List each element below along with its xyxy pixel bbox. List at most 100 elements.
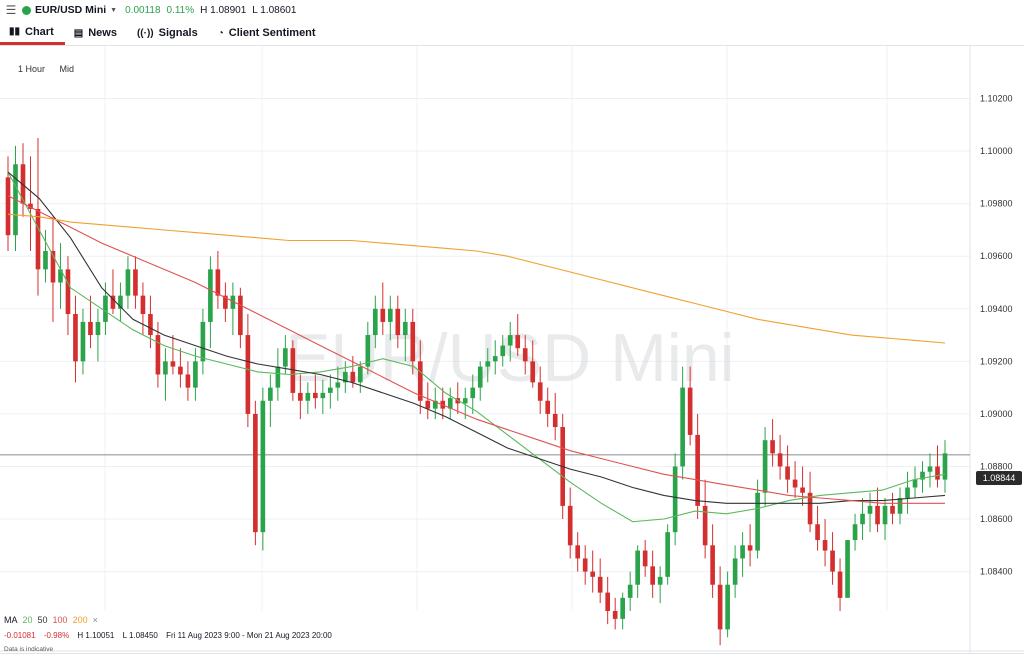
price-change: 0.00118 [125, 4, 161, 16]
candle-body [313, 392, 318, 399]
hamburger-icon[interactable]: ☰ [0, 3, 22, 17]
candle-body [35, 208, 41, 270]
range-high: H 1.10051 [77, 631, 115, 640]
candle-body [380, 308, 386, 322]
candle-body [875, 505, 880, 525]
candle-body [710, 545, 715, 585]
candle-body [500, 345, 506, 357]
tab-bar: ▮▮ Chart ▤ News ((·)) Signals ◔ Client S… [0, 21, 1024, 46]
candle-body [717, 584, 723, 630]
candle-body [785, 466, 790, 480]
current-price-tag: 1.08844 [976, 471, 1022, 485]
candle-body [185, 374, 191, 388]
candle-body [477, 366, 483, 388]
candle-body [845, 540, 850, 598]
chart-icon: ▮▮ [9, 26, 21, 37]
candle-body [492, 356, 498, 362]
candle-body [283, 348, 288, 367]
candle-body [372, 308, 378, 336]
price-type-button[interactable]: Mid [60, 64, 75, 74]
candle-body [867, 505, 873, 514]
tab-label: Chart [25, 25, 54, 38]
tab-news[interactable]: ▤ News [65, 21, 128, 45]
candle-body [935, 466, 940, 480]
candle-body [905, 487, 910, 498]
candle-body [830, 550, 835, 572]
candle-body [470, 387, 476, 399]
candle-body [462, 398, 468, 404]
candle-body [350, 371, 356, 383]
ma-50-toggle[interactable]: 50 [38, 615, 48, 625]
candle-body [837, 571, 843, 598]
y-tick-label: 1.10200 [980, 94, 1013, 104]
candle-body [208, 269, 213, 322]
y-tick-label: 1.09600 [980, 251, 1013, 261]
tab-client-sentiment[interactable]: ◔ Client Sentiment [209, 21, 327, 45]
candle-body [800, 487, 805, 493]
candle-body [425, 400, 431, 409]
candle-body [822, 540, 828, 551]
candle-body [537, 382, 543, 401]
candle-body [140, 295, 146, 315]
candle-body [155, 335, 161, 375]
candle-body [815, 524, 820, 541]
candle-body [852, 524, 858, 541]
candle-body [627, 584, 633, 598]
candle-body [567, 505, 573, 546]
y-tick-label: 1.08800 [980, 461, 1013, 471]
candle-body [402, 321, 408, 336]
candle-body [582, 558, 588, 572]
ma-20-toggle[interactable]: 20 [23, 615, 33, 625]
candle-body [650, 566, 655, 585]
candle-body [80, 321, 86, 362]
candle-body [485, 361, 491, 367]
candle-body [5, 177, 11, 236]
candle-body [575, 545, 581, 559]
candle-body [612, 611, 618, 619]
candle-body [890, 505, 895, 514]
range-low: L 1.08450 [122, 631, 158, 640]
market-status-dot [22, 5, 31, 15]
candle-body [253, 413, 258, 533]
tab-chart[interactable]: ▮▮ Chart [0, 21, 65, 45]
tab-label: Signals [158, 27, 198, 39]
ma-200-toggle[interactable]: 200 [73, 615, 88, 625]
candle-body [545, 400, 551, 414]
candle-body [395, 308, 401, 336]
candle-body [298, 392, 303, 401]
y-tick-label: 1.10000 [980, 146, 1013, 156]
sentiment-icon: ◔ [217, 27, 224, 39]
tab-signals[interactable]: ((·)) Signals [128, 21, 209, 45]
candle-body [245, 335, 251, 414]
price-chart[interactable]: Aug 2023Mon 14Tue 15Wed 16Thu 17Fri 18Mo… [0, 46, 1024, 653]
candle-body [328, 387, 333, 393]
candle-body [747, 545, 753, 551]
high-value: H 1.08901 [200, 4, 247, 16]
candle-body [597, 576, 603, 593]
candle-body [897, 498, 903, 514]
candle-body [657, 576, 663, 585]
close-icon[interactable]: × [93, 615, 98, 625]
candle-body [912, 479, 918, 488]
candle-body [942, 453, 948, 480]
range-change-pct: -0.98% [43, 631, 70, 640]
candle-body [732, 558, 738, 585]
symbol-name[interactable]: EUR/USD Mini [35, 4, 106, 16]
chevron-down-icon[interactable]: ▼ [110, 7, 117, 14]
low-value: L 1.08601 [252, 4, 297, 16]
news-icon: ▤ [73, 27, 84, 39]
candle-body [193, 361, 198, 388]
range-change: -0.01081 [4, 631, 36, 640]
ma-legend: MA 20 50 100 200 × [4, 615, 103, 625]
candle-body [357, 366, 363, 383]
price-change-pct: 0.11% [166, 4, 195, 16]
candle-body [695, 434, 700, 506]
candle-body [163, 361, 168, 375]
candle-body [88, 321, 93, 336]
ma-100-toggle[interactable]: 100 [53, 615, 68, 625]
timeframe-button[interactable]: 1 Hour [18, 64, 45, 74]
candle-body [792, 479, 798, 488]
candle-body [275, 366, 281, 388]
candle-body [522, 348, 528, 362]
candle-body [725, 584, 730, 630]
